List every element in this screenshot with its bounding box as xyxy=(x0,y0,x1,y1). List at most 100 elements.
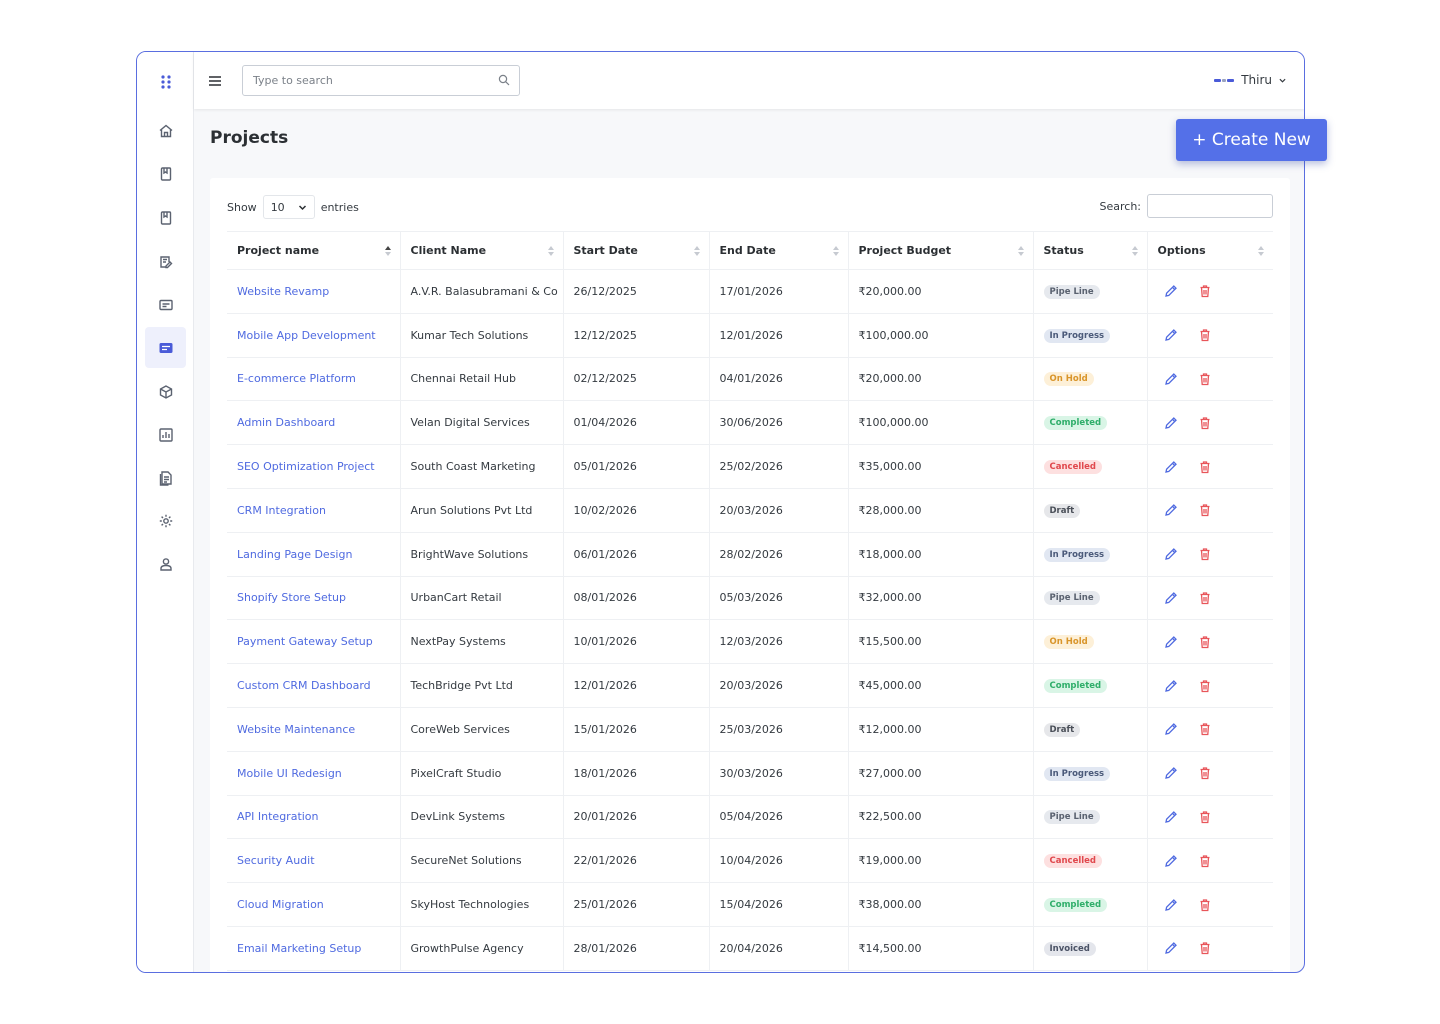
project-name-link[interactable]: API Integration xyxy=(227,795,401,840)
sort-icon[interactable] xyxy=(832,245,840,257)
user-name: Thiru xyxy=(1241,73,1272,87)
budget-cell: ₹20,000.00 xyxy=(848,357,1034,402)
table-search-input[interactable] xyxy=(1147,194,1273,218)
topbar: Thiru xyxy=(194,52,1304,109)
home-icon[interactable] xyxy=(145,110,186,151)
delete-icon[interactable] xyxy=(1198,810,1212,824)
chevron-down-icon xyxy=(1279,78,1286,83)
card-icon[interactable] xyxy=(145,284,186,325)
delete-icon[interactable] xyxy=(1198,941,1212,955)
edit-icon[interactable] xyxy=(1164,854,1178,868)
status-badge: In Progress xyxy=(1043,766,1111,781)
sort-icon[interactable] xyxy=(547,245,555,257)
end-date-cell: 20/03/2026 xyxy=(709,663,849,708)
edit-icon[interactable] xyxy=(1164,679,1178,693)
delete-icon[interactable] xyxy=(1198,503,1212,517)
project-name-link[interactable]: Shopify Store Setup xyxy=(227,576,401,621)
project-name-link[interactable]: Payment Gateway Setup xyxy=(227,619,401,665)
project-name-link[interactable]: Admin Dashboard xyxy=(227,400,401,446)
hamburger-menu-icon[interactable] xyxy=(208,73,222,87)
edit-icon[interactable] xyxy=(1164,766,1178,780)
delete-icon[interactable] xyxy=(1198,722,1212,736)
status-cell: Completed xyxy=(1033,663,1148,708)
table-row: Mobile UI Redesign PixelCraft Studio 18/01… xyxy=(227,751,1273,796)
user-menu[interactable]: Thiru xyxy=(1214,73,1286,87)
create-new-button[interactable]: + Create New xyxy=(1176,119,1327,161)
edit-icon[interactable] xyxy=(1164,372,1178,386)
project-name-link[interactable]: E-commerce Platform xyxy=(227,357,401,402)
project-name-link[interactable]: CRM Integration xyxy=(227,488,401,533)
delete-icon[interactable] xyxy=(1198,372,1212,386)
delete-icon[interactable] xyxy=(1198,635,1212,649)
dots-logo-icon[interactable] xyxy=(145,61,186,102)
column-header[interactable]: Project Budget xyxy=(848,231,1034,270)
entries-select[interactable]: 10 xyxy=(262,195,315,219)
sort-icon[interactable] xyxy=(1017,245,1025,257)
delete-icon[interactable] xyxy=(1198,854,1212,868)
project-name-link[interactable]: Website Revamp xyxy=(227,269,401,314)
column-header[interactable]: Client Name xyxy=(400,231,564,270)
delete-icon[interactable] xyxy=(1198,679,1212,693)
edit-note-icon[interactable] xyxy=(145,241,186,282)
delete-icon[interactable] xyxy=(1198,416,1212,430)
project-name-link[interactable]: Custom CRM Dashboard xyxy=(227,663,401,708)
delete-icon[interactable] xyxy=(1198,591,1212,605)
project-name-link[interactable]: Mobile App Development xyxy=(227,313,401,358)
sort-icon[interactable] xyxy=(1257,245,1265,257)
delete-icon[interactable] xyxy=(1198,328,1212,342)
status-badge: Cancelled xyxy=(1043,460,1103,475)
column-header[interactable]: Status xyxy=(1033,231,1148,270)
edit-icon[interactable] xyxy=(1164,898,1178,912)
box-icon[interactable] xyxy=(145,371,186,412)
edit-icon[interactable] xyxy=(1164,635,1178,649)
delete-icon[interactable] xyxy=(1198,898,1212,912)
project-name-link[interactable]: Landing Page Design xyxy=(227,532,401,577)
edit-icon[interactable] xyxy=(1164,547,1178,561)
search-input[interactable] xyxy=(243,66,483,95)
budget-cell: ₹20,000.00 xyxy=(848,269,1034,314)
column-header[interactable]: Options xyxy=(1147,231,1273,270)
bookmark-icon[interactable] xyxy=(145,153,186,194)
chart-icon[interactable] xyxy=(145,414,186,455)
gear-icon[interactable] xyxy=(145,500,186,541)
status-badge: In Progress xyxy=(1043,328,1111,343)
project-name-link[interactable]: SEO Optimization Project xyxy=(227,444,401,489)
bookmark-icon[interactable] xyxy=(145,197,186,238)
edit-icon[interactable] xyxy=(1164,460,1178,474)
column-header[interactable]: End Date xyxy=(709,231,849,270)
projects-table: Project name Client Name Start Date End Dat… xyxy=(227,231,1273,971)
status-cell: Completed xyxy=(1033,882,1148,927)
search-icon[interactable] xyxy=(498,74,510,86)
user-icon[interactable] xyxy=(145,543,186,584)
edit-icon[interactable] xyxy=(1164,503,1178,517)
project-name-link[interactable]: Website Maintenance xyxy=(227,707,401,752)
sort-icon[interactable] xyxy=(1131,245,1139,257)
delete-icon[interactable] xyxy=(1198,766,1212,780)
list-card-icon[interactable] xyxy=(145,327,186,368)
edit-icon[interactable] xyxy=(1164,722,1178,736)
edit-icon[interactable] xyxy=(1164,328,1178,342)
project-name-link[interactable]: Security Audit xyxy=(227,838,401,884)
edit-icon[interactable] xyxy=(1164,284,1178,298)
end-date-cell: 05/04/2026 xyxy=(709,795,849,840)
column-header[interactable]: Start Date xyxy=(563,231,710,270)
edit-icon[interactable] xyxy=(1164,591,1178,605)
delete-icon[interactable] xyxy=(1198,547,1212,561)
sort-icon[interactable] xyxy=(384,245,392,257)
edit-icon[interactable] xyxy=(1164,941,1178,955)
delete-icon[interactable] xyxy=(1198,284,1212,298)
sort-icon[interactable] xyxy=(693,245,701,257)
edit-icon[interactable] xyxy=(1164,810,1178,824)
client-name-cell: SkyHost Technologies xyxy=(400,882,564,927)
project-name-link[interactable]: Cloud Migration xyxy=(227,882,401,927)
project-name-link[interactable]: Email Marketing Setup xyxy=(227,926,401,971)
delete-icon[interactable] xyxy=(1198,460,1212,474)
project-name-link[interactable]: Mobile UI Redesign xyxy=(227,751,401,796)
column-header[interactable]: Project name xyxy=(227,231,401,270)
edit-icon[interactable] xyxy=(1164,416,1178,430)
end-date-cell: 15/04/2026 xyxy=(709,882,849,927)
table-row: Cloud Migration SkyHost Technologies 25/01… xyxy=(227,882,1273,927)
status-badge: Pipe Line xyxy=(1043,810,1100,825)
document-icon[interactable] xyxy=(145,457,186,498)
table-header-row: Project name Client Name Start Date End Dat… xyxy=(227,231,1273,270)
